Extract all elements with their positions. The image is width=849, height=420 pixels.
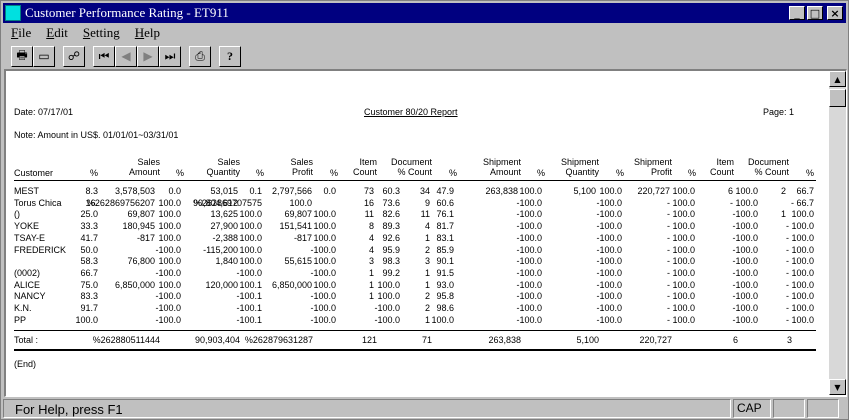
table-cell: 100.0 — [791, 209, 814, 220]
first-record-icon: ⏮ — [98, 48, 110, 63]
close-icon: × — [830, 6, 840, 20]
header-rule — [14, 180, 816, 181]
help-icon: ? — [227, 48, 233, 63]
report-view: Date: 07/17/01 Customer 80/20 Report Pag… — [4, 69, 847, 397]
table-cell: - 100.0 — [785, 221, 814, 232]
table-cell: - 100.0 — [785, 279, 814, 290]
next-record-button[interactable]: ▶ — [137, 45, 159, 67]
close-button[interactable]: × — [827, 6, 843, 20]
toolbar: 🖶 ▭ ☍ ⏮ ◀ ▶ ⏭ ⎙? — [3, 43, 846, 69]
table-cell: 66.7 — [796, 186, 814, 196]
minimize-icon: _ — [794, 6, 800, 20]
status-help-text: For Help, press F1 — [3, 399, 731, 418]
printer-button[interactable]: ⎙ — [189, 45, 211, 67]
table-cell: - 100.0 — [785, 267, 814, 278]
minimize-button[interactable]: _ — [789, 6, 805, 20]
report-note: Note: Amount in US$. 01/01/01~03/31/01 — [14, 130, 179, 140]
arrow-up-icon: ▲ — [834, 74, 841, 84]
table-cell: - 100.0 — [785, 244, 814, 255]
status-cap-indicator: CAP — [733, 399, 771, 418]
status-num-indicator — [773, 399, 805, 418]
column-header-line: % — [805, 168, 814, 178]
report-page: Date: 07/17/01 Customer 80/20 Report Pag… — [6, 71, 829, 395]
table-cell: - 100.0 — [785, 232, 814, 243]
scroll-down-button[interactable]: ▼ — [829, 379, 846, 395]
total-cell: 3 — [786, 335, 792, 345]
menu-edit[interactable]: Edit — [38, 25, 75, 41]
menu-bar: File Edit Setting Help — [3, 24, 846, 42]
help-button[interactable]: ? — [219, 45, 241, 67]
table-cell: - 100.0 — [785, 314, 814, 325]
vertical-scrollbar[interactable]: ▲ ▼ — [829, 71, 846, 395]
window-title: Customer Performance Rating - ET911 — [25, 5, 229, 20]
report-date: Date: 07/17/01 — [14, 107, 74, 117]
maximize-icon: □ — [809, 6, 821, 20]
menu-file[interactable]: File — [3, 25, 38, 41]
table-cell: - 100.0 — [785, 291, 814, 302]
printer-icon: ⎙ — [195, 48, 205, 63]
total-top-rule — [14, 330, 816, 331]
title-bar[interactable]: Customer Performance Rating - ET911 _ □ … — [3, 3, 846, 23]
arrow-down-icon: ▼ — [834, 382, 841, 392]
report-title: Customer 80/20 Report — [364, 107, 458, 117]
scroll-up-button[interactable]: ▲ — [829, 71, 846, 87]
last-record-button[interactable]: ⏭ — [159, 45, 181, 67]
column-header: % — [694, 168, 814, 178]
prev-record-button[interactable]: ◀ — [115, 45, 137, 67]
menu-help[interactable]: Help — [127, 25, 167, 41]
table-cell: - 100.0 — [785, 303, 814, 313]
report-page-number: Page: 1 — [763, 107, 795, 117]
setup-button[interactable]: ☍ — [63, 45, 85, 67]
report-end: (End) — [14, 359, 37, 369]
print-preview-button[interactable]: ▭ — [33, 45, 55, 67]
maximize-button[interactable]: □ — [807, 6, 823, 20]
print-button[interactable]: 🖶 — [11, 45, 33, 67]
print-preview-icon: ▭ — [38, 49, 50, 63]
print-icon: 🖶 — [16, 47, 28, 62]
table-cell: - 66.7 — [790, 197, 814, 208]
setup-icon: ☍ — [67, 49, 81, 63]
column-header-line: Document — [747, 157, 789, 167]
menu-setting[interactable]: Setting — [75, 25, 127, 41]
first-record-button[interactable]: ⏮ — [93, 45, 115, 67]
scroll-thumb[interactable] — [829, 89, 846, 107]
main-window: Customer Performance Rating - ET911 _ □ … — [0, 0, 849, 420]
table-cell: - 100.0 — [785, 256, 814, 267]
total-label: Total : — [14, 335, 39, 345]
app-icon[interactable] — [5, 5, 21, 21]
status-scrl-indicator — [807, 399, 839, 418]
next-record-icon: ▶ — [143, 49, 153, 63]
total-bottom-rule — [14, 349, 816, 351]
status-bar: For Help, press F1 CAP — [3, 398, 846, 419]
last-record-icon: ⏭ — [164, 48, 176, 63]
prev-record-icon: ◀ — [121, 49, 131, 63]
